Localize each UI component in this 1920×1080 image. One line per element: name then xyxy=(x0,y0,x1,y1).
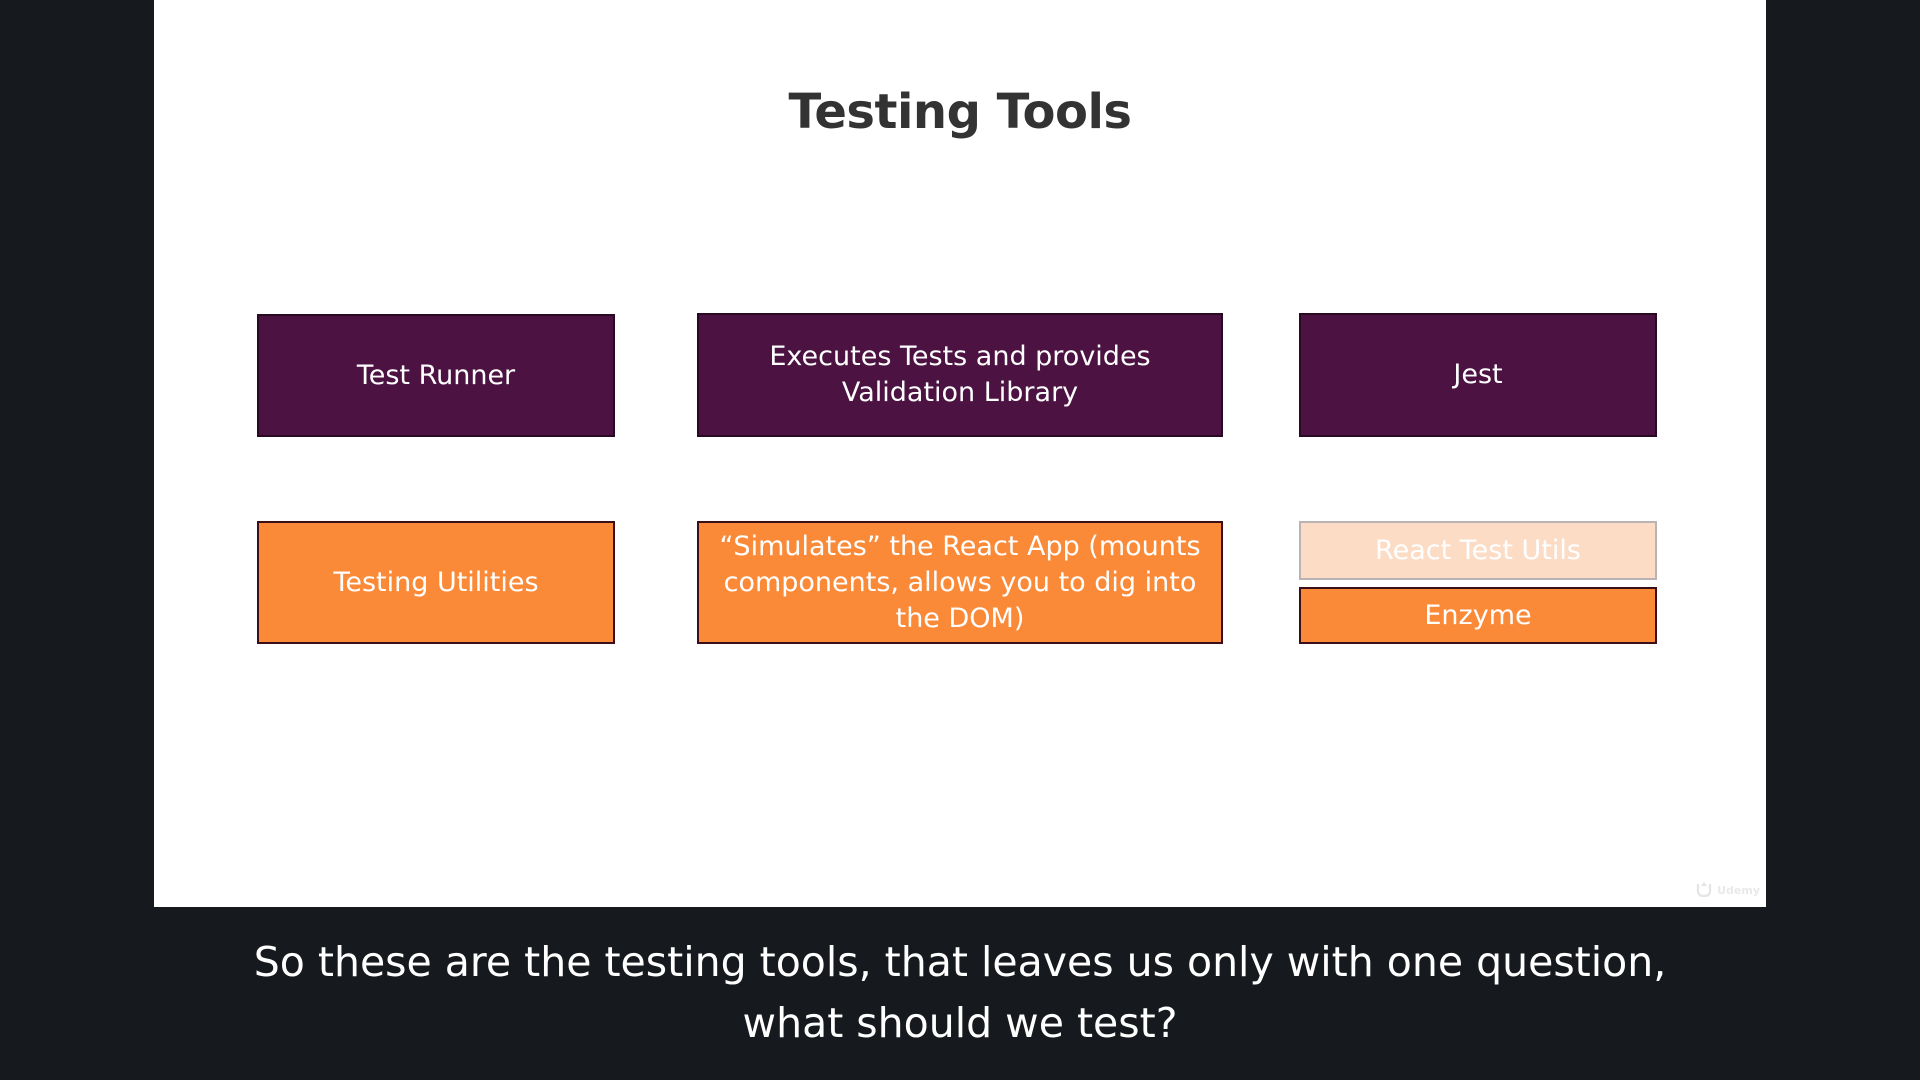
udemy-logo-icon xyxy=(1696,882,1712,898)
udemy-watermark: Udemy xyxy=(1695,881,1760,899)
caption-line: what should we test? xyxy=(742,999,1178,1047)
testing-utilities-box: Testing Utilities xyxy=(257,521,615,644)
testing-utilities-label: Testing Utilities xyxy=(333,566,539,598)
enzyme-label: Enzyme xyxy=(1424,599,1532,631)
testing-utilities-description-box: “Simulates” the React App (mounts compon… xyxy=(697,521,1223,644)
description-line: Validation Library xyxy=(841,377,1079,408)
video-player-frame: Testing Tools Test Runner Executes Tests… xyxy=(0,0,1920,1080)
caption-line: So these are the testing tools, that lea… xyxy=(253,938,1667,986)
watermark-text: Udemy xyxy=(1717,883,1760,897)
react-test-utils-box: React Test Utils xyxy=(1299,521,1657,580)
enzyme-box: Enzyme xyxy=(1299,587,1657,644)
slide-title: Testing Tools xyxy=(788,84,1132,140)
description-line: components, allows you to dig into xyxy=(723,566,1197,598)
description-line: Executes Tests and provides xyxy=(769,341,1151,372)
test-runner-box: Test Runner xyxy=(257,314,615,437)
subtitle-caption: So these are the testing tools, that lea… xyxy=(0,932,1920,1054)
test-runner-description-box: Executes Tests and provides Validation L… xyxy=(697,313,1223,437)
presentation-slide: Testing Tools Test Runner Executes Tests… xyxy=(154,0,1766,907)
react-test-utils-label: React Test Utils xyxy=(1375,534,1581,566)
description-line: “Simulates” the React App (mounts xyxy=(719,530,1201,562)
jest-box: Jest xyxy=(1299,313,1657,437)
jest-label: Jest xyxy=(1453,359,1503,390)
test-runner-label: Test Runner xyxy=(356,359,516,391)
description-line: the DOM) xyxy=(895,602,1025,634)
